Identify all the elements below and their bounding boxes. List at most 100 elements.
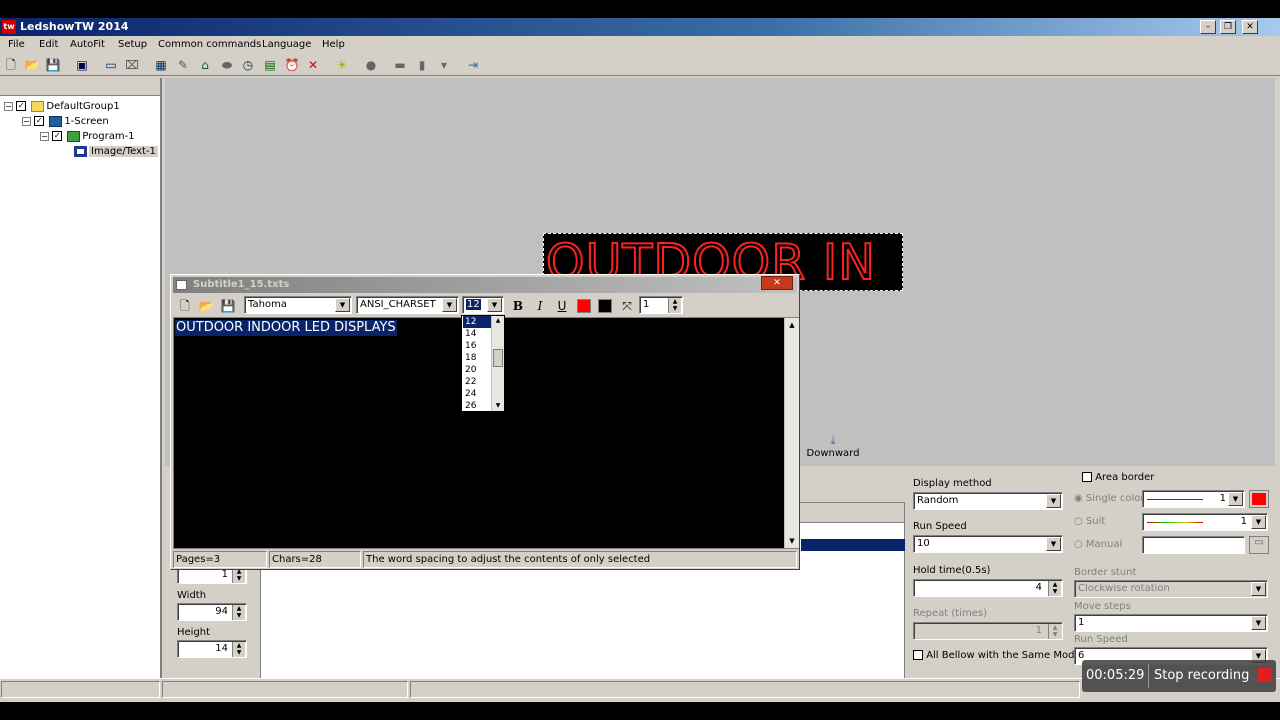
new-icon[interactable]: 🗋 xyxy=(3,57,19,73)
chevron-down-icon[interactable]: ▼ xyxy=(335,298,350,312)
size-option[interactable]: 18 xyxy=(463,352,491,364)
usb-icon[interactable]: ▮ xyxy=(414,57,430,73)
dialog-close-button[interactable]: ✕ xyxy=(761,276,793,290)
tree-node-item[interactable]: Image/Text-1 xyxy=(72,145,158,159)
maximize-button[interactable]: ❐ xyxy=(1220,20,1236,34)
stop-recording-icon[interactable] xyxy=(1258,668,1272,682)
program-checkbox[interactable]: ✓ xyxy=(52,131,63,141)
save-file-icon[interactable]: 💾 xyxy=(220,298,236,314)
oval-icon[interactable]: ⬬ xyxy=(219,57,235,73)
size-list-scrollbar[interactable]: ▲ ▼ xyxy=(491,316,504,411)
tree-node-screen[interactable]: − ✓ 1-Screen xyxy=(22,115,109,129)
screen-checkbox[interactable]: ✓ xyxy=(34,116,45,126)
scroll-down-icon[interactable]: ▼ xyxy=(785,534,799,548)
chevron-down-icon: ▼ xyxy=(1251,616,1266,630)
clear-area-icon[interactable]: ⌧ xyxy=(124,57,140,73)
save-icon[interactable]: 💾 xyxy=(45,57,61,73)
menu-file[interactable]: File xyxy=(8,38,25,52)
scroll-up-icon[interactable]: ▲ xyxy=(785,318,799,332)
menu-language[interactable]: Language xyxy=(262,38,311,52)
size-option[interactable]: 16 xyxy=(463,340,491,352)
width-field[interactable]: 94 ▲ ▼ xyxy=(177,603,247,621)
bold-button[interactable]: B xyxy=(510,298,526,314)
italic-button[interactable]: I xyxy=(532,298,548,314)
height-spinner[interactable]: ▲ ▼ xyxy=(232,642,245,657)
close-button[interactable]: ✕ xyxy=(1242,20,1258,34)
editor-selected-text[interactable]: OUTDOOR INDOOR LED DISPLAYS xyxy=(175,320,397,336)
size-option[interactable]: 26 xyxy=(463,400,491,412)
word-spacing-icon[interactable]: ⤧ xyxy=(619,298,635,314)
alarm-icon[interactable]: ⏰ xyxy=(284,57,300,73)
same-mode-row[interactable]: All Bellow with the Same Mode xyxy=(913,650,1081,662)
house-icon[interactable]: ⌂ xyxy=(197,57,213,73)
width-spinner[interactable]: ▲ ▼ xyxy=(232,605,245,620)
exit-icon[interactable]: ⇥ xyxy=(465,57,481,73)
hold-time-field[interactable]: 4 ▲ ▼ xyxy=(913,579,1063,597)
hold-time-spinner[interactable]: ▲ ▼ xyxy=(1048,581,1061,596)
downward-button[interactable]: ⤓ Downward xyxy=(803,434,863,462)
dialog-title-bar[interactable]: Subtitle1_15.txts xyxy=(173,277,797,293)
font-size-dropdown[interactable]: 12 14 16 18 20 22 24 26 ▲ ▼ xyxy=(461,315,505,412)
area-icon[interactable]: ▭ xyxy=(103,57,119,73)
menu-common-commands[interactable]: Common commands xyxy=(158,38,261,52)
clock-icon[interactable]: ◷ xyxy=(240,57,256,73)
editor-scrollbar[interactable]: ▲ ▼ xyxy=(784,318,799,548)
size-option[interactable]: 20 xyxy=(463,364,491,376)
chevron-down-icon[interactable]: ▼ xyxy=(1046,537,1061,551)
font-color-swatch[interactable] xyxy=(577,299,591,313)
size-option[interactable]: 24 xyxy=(463,388,491,400)
mic-icon[interactable]: ▾ xyxy=(436,57,452,73)
stop-recording-label[interactable]: Stop recording xyxy=(1154,668,1249,684)
minimize-button[interactable]: – xyxy=(1200,20,1216,34)
size-option[interactable]: 12 xyxy=(463,316,491,328)
scroll-down-icon[interactable]: ▼ xyxy=(492,401,504,411)
menu-help[interactable]: Help xyxy=(322,38,345,52)
menu-autofit[interactable]: AutoFit xyxy=(70,38,105,52)
open-file-icon[interactable]: 📂 xyxy=(198,298,214,314)
calendar-icon[interactable]: ▤ xyxy=(262,57,278,73)
collapse-icon[interactable]: − xyxy=(4,101,13,111)
border-color-button[interactable] xyxy=(1249,490,1269,508)
word-spacing-field[interactable]: 1 ▲ ▼ xyxy=(639,296,683,314)
note-icon[interactable]: ✎ xyxy=(175,57,191,73)
screen-icon[interactable]: ▣ xyxy=(74,57,90,73)
font-name-select[interactable]: Tahoma ▼ xyxy=(244,296,352,314)
top-spinner[interactable]: ▲ ▼ xyxy=(232,568,245,583)
chevron-down-icon[interactable]: ▼ xyxy=(442,298,457,312)
display-method-select[interactable]: Random ▼ xyxy=(913,492,1063,510)
same-mode-checkbox[interactable] xyxy=(913,650,923,660)
border-stunt-value: Clockwise rotation xyxy=(1078,583,1170,594)
brightness-icon[interactable]: ☀ xyxy=(334,57,350,73)
chevron-down-icon[interactable]: ▼ xyxy=(487,298,502,312)
image-text-icon[interactable]: ▦ xyxy=(153,57,169,73)
run-speed-select[interactable]: 10 ▼ xyxy=(913,535,1063,553)
word-spacing-spinner[interactable]: ▲ ▼ xyxy=(668,298,681,313)
tree-node-group[interactable]: − ✓ DefaultGroup1 xyxy=(4,100,120,114)
title-bar[interactable]: tw LedshowTW 2014 – ❐ ✕ xyxy=(0,18,1280,36)
new-file-icon[interactable]: 🗋 xyxy=(177,298,193,314)
menu-edit[interactable]: Edit xyxy=(39,38,58,52)
stop-icon[interactable]: ● xyxy=(363,57,379,73)
font-size-select[interactable]: 12 ▼ xyxy=(462,296,504,314)
area-border-row[interactable]: Area border xyxy=(1082,472,1154,484)
open-icon[interactable]: 📂 xyxy=(24,57,40,73)
chevron-down-icon[interactable]: ▼ xyxy=(1046,494,1061,508)
height-field[interactable]: 14 ▲ ▼ xyxy=(177,640,247,658)
underline-button[interactable]: U xyxy=(554,298,570,314)
size-option[interactable]: 14 xyxy=(463,328,491,340)
group-checkbox[interactable]: ✓ xyxy=(16,101,27,111)
collapse-icon[interactable]: − xyxy=(22,116,31,126)
scroll-thumb[interactable] xyxy=(493,349,503,367)
scroll-up-icon[interactable]: ▲ xyxy=(492,316,504,326)
send-icon[interactable]: ▬ xyxy=(392,57,408,73)
size-option[interactable]: 22 xyxy=(463,376,491,388)
delete-icon[interactable]: ✕ xyxy=(305,57,321,73)
area-border-checkbox[interactable] xyxy=(1082,472,1092,482)
tree-node-program[interactable]: − ✓ Program-1 xyxy=(40,130,135,144)
list-selected-row[interactable] xyxy=(801,539,905,551)
background-color-swatch[interactable] xyxy=(598,299,612,313)
charset-select[interactable]: ANSI_CHARSET ▼ xyxy=(356,296,459,314)
menu-setup[interactable]: Setup xyxy=(118,38,147,52)
single-border-value: 1 xyxy=(1219,493,1226,504)
collapse-icon[interactable]: − xyxy=(40,131,49,141)
